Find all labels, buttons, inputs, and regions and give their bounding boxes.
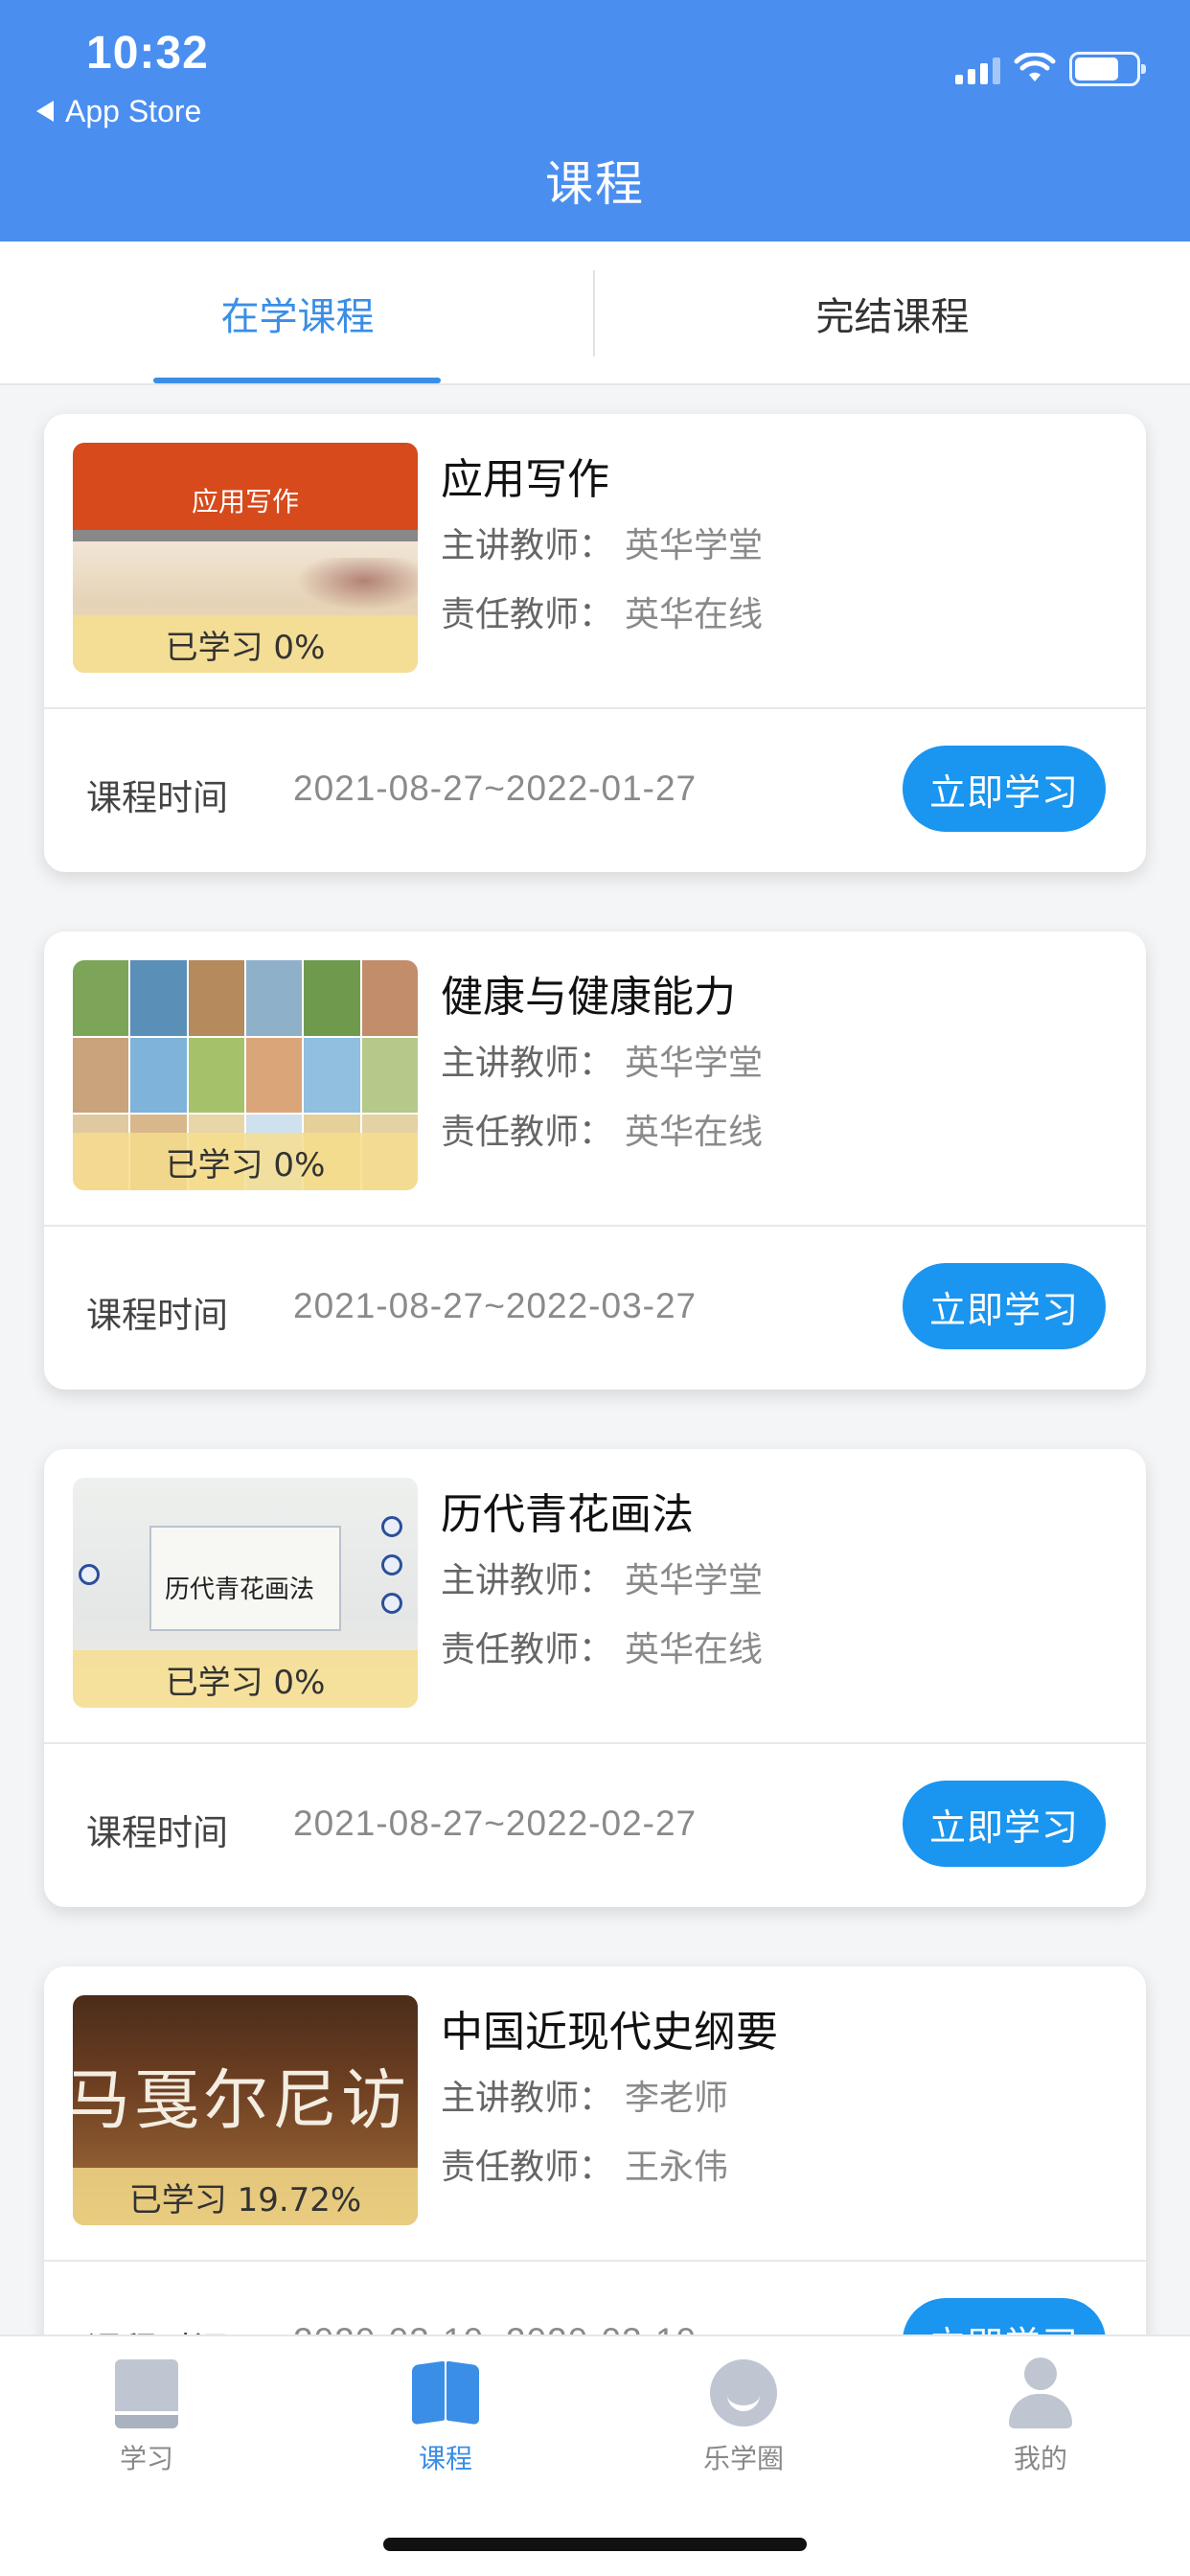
thumbnail-title: 历代青花画法 bbox=[165, 1576, 315, 1604]
course-title: 历代青花画法 bbox=[441, 1490, 694, 1539]
circle-icon bbox=[706, 2356, 781, 2430]
active-tab-indicator bbox=[153, 378, 441, 383]
card-divider bbox=[44, 1225, 1146, 1227]
course-time-label: 课程时间 bbox=[86, 2321, 228, 2334]
tabbar-label: 学习 bbox=[119, 2443, 173, 2474]
tabbar-item-courses[interactable]: 课程 bbox=[359, 2356, 532, 2480]
responsible-line: 责任教师： 英华在线 bbox=[441, 586, 763, 636]
tab-completed[interactable]: 完结课程 bbox=[595, 242, 1190, 385]
course-time-label: 课程时间 bbox=[86, 1295, 228, 1336]
study-now-button[interactable]: 立即学习 bbox=[903, 2298, 1106, 2334]
lecturer-line: 主讲教师： 英华学堂 bbox=[441, 1552, 763, 1602]
tabbar-item-study[interactable]: 学习 bbox=[60, 2356, 233, 2480]
lecturer-name: 英华学堂 bbox=[625, 526, 764, 565]
tabbar-label: 乐学圈 bbox=[702, 2443, 784, 2474]
tabbar-label: 课程 bbox=[418, 2443, 472, 2474]
course-card[interactable]: 马戛尔尼访 已学习 19.72% 中国近现代史纲要 主讲教师： 李老师 责任教师：… bbox=[44, 1966, 1146, 2334]
responsible-name: 英华在线 bbox=[625, 1113, 764, 1152]
progress-label: 已学习 0% bbox=[73, 1650, 418, 1708]
course-list[interactable]: 应用写作 已学习 0% 应用写作 主讲教师： 英华学堂 责任教师： 英华在线 课程时… bbox=[0, 385, 1190, 2334]
lecturer-label: 主讲教师： bbox=[441, 1561, 614, 1600]
responsible-label: 责任教师： bbox=[441, 2148, 614, 2187]
lecturer-line: 主讲教师： 英华学堂 bbox=[441, 1035, 763, 1085]
responsible-line: 责任教师： 王永伟 bbox=[441, 2139, 728, 2189]
wifi-icon bbox=[1014, 53, 1056, 81]
tab-in-progress[interactable]: 在学课程 bbox=[0, 242, 595, 385]
course-thumbnail[interactable]: 马戛尔尼访 已学习 19.72% bbox=[73, 1995, 418, 2225]
course-card[interactable]: 已学习 0% 健康与健康能力 主讲教师： 英华学堂 责任教师： 英华在线 课程时间 … bbox=[44, 932, 1146, 1390]
status-time: 10:32 bbox=[86, 28, 209, 79]
tabbar-item-mine[interactable]: 我的 bbox=[954, 2356, 1127, 2480]
responsible-label: 责任教师： bbox=[441, 1630, 614, 1669]
back-label: App Store bbox=[65, 93, 202, 128]
responsible-name: 英华在线 bbox=[625, 595, 764, 634]
course-thumbnail[interactable]: 已学习 0% bbox=[73, 960, 418, 1190]
progress-label: 已学习 0% bbox=[73, 1133, 418, 1190]
header: 10:32 App Store 课程 bbox=[0, 0, 1190, 242]
tabbar-item-circle[interactable]: 乐学圈 bbox=[657, 2356, 830, 2480]
course-time-range: 2020-03-10~2020-03-10 bbox=[293, 2321, 697, 2334]
responsible-label: 责任教师： bbox=[441, 1113, 614, 1152]
progress-label: 已学习 0% bbox=[73, 615, 418, 673]
lecturer-line: 主讲教师： 英华学堂 bbox=[441, 518, 763, 567]
lecturer-label: 主讲教师： bbox=[441, 526, 614, 565]
course-title: 应用写作 bbox=[441, 455, 609, 504]
book-open-icon bbox=[408, 2356, 483, 2430]
cellular-signal-icon bbox=[955, 54, 1000, 84]
thumbnail-title: 马戛尔尼访 bbox=[73, 2063, 411, 2139]
study-now-button[interactable]: 立即学习 bbox=[903, 746, 1106, 832]
back-to-app-store[interactable]: App Store bbox=[36, 92, 201, 130]
study-now-button[interactable]: 立即学习 bbox=[903, 1263, 1106, 1349]
course-card[interactable]: 历代青花画法 已学习 0% 历代青花画法 主讲教师： 英华学堂 责任教师： 英华在线… bbox=[44, 1449, 1146, 1907]
card-divider bbox=[44, 2260, 1146, 2262]
responsible-name: 王永伟 bbox=[625, 2148, 729, 2187]
card-divider bbox=[44, 707, 1146, 709]
status-indicators bbox=[955, 50, 1146, 88]
tabbar-label: 我的 bbox=[1013, 2443, 1067, 2474]
course-card[interactable]: 应用写作 已学习 0% 应用写作 主讲教师： 英华学堂 责任教师： 英华在线 课程时… bbox=[44, 414, 1146, 872]
responsible-label: 责任教师： bbox=[441, 595, 614, 634]
lecturer-name: 英华学堂 bbox=[625, 1561, 764, 1600]
course-time-label: 课程时间 bbox=[86, 1812, 228, 1853]
thumbnail-title: 应用写作 bbox=[191, 486, 299, 518]
lecturer-name: 李老师 bbox=[625, 2079, 729, 2118]
bottom-tab-bar: 学习 课程 乐学圈 我的 bbox=[0, 2334, 1190, 2576]
course-title: 健康与健康能力 bbox=[441, 973, 736, 1022]
course-title: 中国近现代史纲要 bbox=[441, 2008, 778, 2057]
lecturer-line: 主讲教师： 李老师 bbox=[441, 2070, 728, 2120]
course-time-range: 2021-08-27~2022-03-27 bbox=[293, 1286, 698, 1325]
course-thumbnail[interactable]: 应用写作 已学习 0% bbox=[73, 443, 418, 673]
responsible-line: 责任教师： 英华在线 bbox=[441, 1104, 763, 1154]
book-closed-icon bbox=[109, 2356, 184, 2430]
lecturer-label: 主讲教师： bbox=[441, 2079, 614, 2118]
course-tabs: 在学课程 完结课程 bbox=[0, 242, 1190, 385]
course-thumbnail[interactable]: 历代青花画法 已学习 0% bbox=[73, 1478, 418, 1708]
person-icon bbox=[1003, 2356, 1078, 2430]
course-time-range: 2021-08-27~2022-02-27 bbox=[293, 1804, 698, 1843]
study-now-button[interactable]: 立即学习 bbox=[903, 1781, 1106, 1867]
course-time-label: 课程时间 bbox=[86, 777, 228, 818]
battery-icon bbox=[1069, 52, 1146, 86]
lecturer-name: 英华学堂 bbox=[625, 1044, 764, 1083]
lecturer-label: 主讲教师： bbox=[441, 1044, 614, 1083]
course-time-range: 2021-08-27~2022-01-27 bbox=[293, 769, 698, 808]
back-arrow-icon bbox=[36, 101, 54, 122]
responsible-name: 英华在线 bbox=[625, 1630, 764, 1669]
responsible-line: 责任教师： 英华在线 bbox=[441, 1622, 763, 1671]
progress-label: 已学习 19.72% bbox=[73, 2168, 418, 2225]
page-title: 课程 bbox=[545, 156, 645, 212]
home-indicator bbox=[383, 2538, 807, 2551]
card-divider bbox=[44, 1742, 1146, 1744]
